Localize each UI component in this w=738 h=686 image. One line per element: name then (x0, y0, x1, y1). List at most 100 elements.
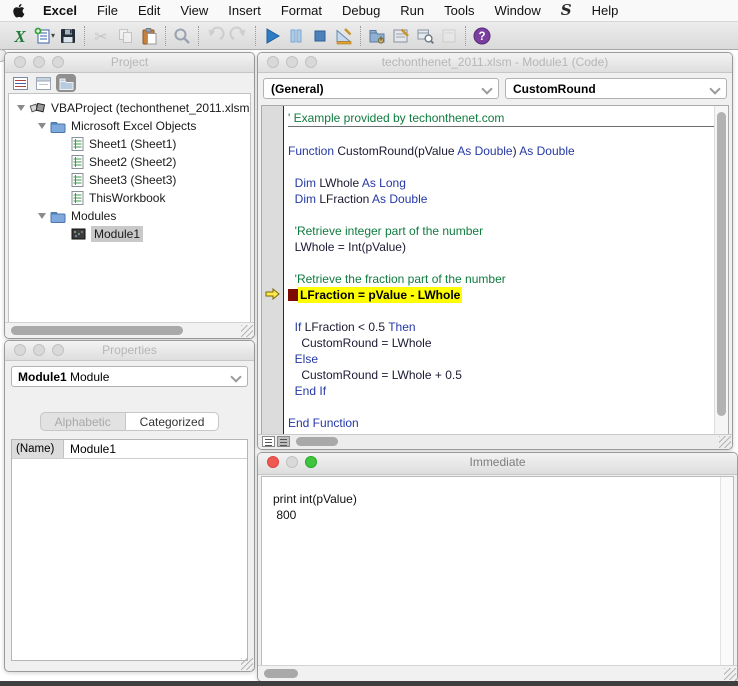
view-object-button[interactable] (35, 76, 51, 90)
disclosure-triangle-icon[interactable] (38, 123, 46, 129)
scrollbar-thumb[interactable] (296, 437, 338, 446)
menu-bar: ExcelFileEditViewInsertFormatDebugRunToo… (0, 0, 738, 22)
sheet-icon (71, 191, 84, 205)
design-mode-button[interactable] (332, 24, 356, 48)
find-button[interactable] (170, 24, 194, 48)
highlighted-statement: LFraction = pValue - LWhole (298, 287, 462, 303)
reset-icon (310, 26, 330, 46)
insert-module-icon (33, 26, 53, 46)
tree-item-vbaproject[interactable]: VBAProject (techonthenet_2011.xlsm) (9, 99, 250, 117)
help-button[interactable]: ? (470, 24, 494, 48)
tab-alphabetic[interactable]: Alphabetic (40, 412, 125, 431)
code-line: End If (288, 383, 714, 399)
disclosure-triangle-icon[interactable] (17, 105, 25, 111)
code-token-plain (288, 352, 295, 366)
breakpoint-indicator[interactable] (288, 289, 298, 301)
menu-item-window[interactable]: Window (485, 3, 551, 18)
tree-item-label: Sheet2 (Sheet2) (89, 155, 176, 169)
resize-grip[interactable] (241, 325, 253, 337)
project-tree[interactable]: VBAProject (techonthenet_2011.xlsm) Micro… (8, 93, 251, 323)
tree-item-sheet3[interactable]: Sheet3 (Sheet3) (9, 171, 250, 189)
tree-item-sheet2[interactable]: Sheet2 (Sheet2) (9, 153, 250, 171)
project-titlebar[interactable]: Project (5, 53, 254, 73)
code-token-plain: LWhole = Int(pValue) (288, 240, 406, 254)
current-line-arrow-icon (265, 288, 280, 300)
properties-titlebar[interactable]: Properties (5, 341, 254, 361)
dropdown-caret-icon[interactable]: ▾ (51, 31, 55, 40)
object-dropdown[interactable]: (General) (263, 78, 499, 99)
vertical-scrollbar[interactable] (714, 106, 728, 434)
tree-item-label: Microsoft Excel Objects (71, 119, 196, 133)
tree-item-modules[interactable]: Modules (9, 207, 250, 225)
insert-module-button[interactable]: ▾ (32, 24, 56, 48)
code-token-keyword: As (519, 144, 533, 158)
menu-item-edit[interactable]: Edit (128, 3, 170, 18)
menu-item-excel[interactable]: Excel (33, 3, 87, 18)
tree-item-module1[interactable]: Module1 (9, 225, 250, 243)
resize-grip[interactable] (719, 436, 731, 448)
vertical-scrollbar[interactable] (720, 477, 733, 665)
code-line: LFraction = pValue - LWhole (288, 287, 714, 303)
horizontal-scrollbar[interactable] (5, 322, 254, 338)
menu-item-help[interactable]: Help (582, 3, 629, 18)
code-token-plain: CustomRound(pValue (334, 144, 457, 158)
reset-button[interactable] (308, 24, 332, 48)
project-explorer-button[interactable] (365, 24, 389, 48)
menu-item-insert[interactable]: Insert (218, 3, 271, 18)
horizontal-scrollbar[interactable] (258, 665, 737, 681)
immediate-titlebar[interactable]: Immediate (258, 453, 737, 475)
immediate-line: 800 (273, 507, 733, 523)
sheet-icon (71, 173, 84, 187)
scrollbar-thumb[interactable] (717, 112, 726, 416)
tree-item-thisworkbook[interactable]: ThisWorkbook (9, 189, 250, 207)
code-token-plain: CustomRound = LWhole (288, 336, 432, 350)
full-module-view-button[interactable] (277, 436, 290, 447)
code-line: ' Example provided by techonthenet.com (288, 110, 714, 127)
apple-icon[interactable] (12, 3, 27, 18)
code-margin[interactable] (262, 106, 284, 434)
menu-item-format[interactable]: Format (271, 3, 332, 18)
menu-item-run[interactable]: Run (390, 3, 434, 18)
scrollbar-thumb[interactable] (11, 326, 183, 335)
code-token-keyword: Dim (295, 176, 316, 190)
menu-item-file[interactable]: File (87, 3, 128, 18)
tab-categorized[interactable]: Categorized (125, 412, 220, 431)
save-button[interactable] (56, 24, 80, 48)
vba-editor-screen: { "menu_bar": { "items": ["Excel","File"… (0, 0, 738, 686)
procedure-dropdown[interactable]: CustomRound (505, 78, 727, 99)
tree-spacer (59, 180, 67, 181)
view-microsoft-excel-button[interactable]: X (8, 24, 32, 48)
undo-button (203, 24, 227, 48)
immediate-content: print int(pValue) 800 (262, 477, 733, 523)
menu-item-view[interactable]: View (170, 3, 218, 18)
tree-item-label: Sheet3 (Sheet3) (89, 173, 176, 187)
break-button[interactable] (284, 24, 308, 48)
run-macro-button[interactable] (260, 24, 284, 48)
toggle-folders-button[interactable] (58, 76, 74, 90)
toolbar-separator (255, 26, 256, 46)
tree-item-microsoft[interactable]: Microsoft Excel Objects (9, 117, 250, 135)
paste-icon (139, 26, 159, 46)
view-code-button[interactable] (12, 76, 28, 90)
code-editor[interactable]: ' Example provided by techonthenet.comFu… (261, 105, 729, 435)
tree-item-sheet1[interactable]: Sheet1 (Sheet1) (9, 135, 250, 153)
properties-window-button[interactable] (389, 24, 413, 48)
property-value-cell[interactable]: Module1 (64, 442, 116, 456)
paste-button[interactable] (137, 24, 161, 48)
applescript-icon[interactable]: S (551, 1, 582, 19)
code-token-comment: 'Retrieve integer part of the number (288, 224, 483, 238)
menu-item-debug[interactable]: Debug (332, 3, 390, 18)
object-browser-button[interactable] (413, 24, 437, 48)
break-icon (286, 26, 306, 46)
properties-object-dropdown[interactable]: Module1 Module (11, 366, 248, 387)
menu-item-tools[interactable]: Tools (434, 3, 484, 18)
resize-grip[interactable] (241, 658, 253, 670)
properties-title: Properties (5, 343, 254, 357)
scrollbar-thumb[interactable] (264, 669, 298, 678)
resize-grip[interactable] (724, 668, 736, 680)
immediate-editor[interactable]: print int(pValue) 800 (261, 476, 734, 666)
procedure-view-button[interactable] (262, 436, 275, 447)
code-titlebar[interactable]: techonthenet_2011.xlsm - Module1 (Code) (258, 53, 732, 73)
undo-icon (205, 26, 225, 46)
disclosure-triangle-icon[interactable] (38, 213, 46, 219)
